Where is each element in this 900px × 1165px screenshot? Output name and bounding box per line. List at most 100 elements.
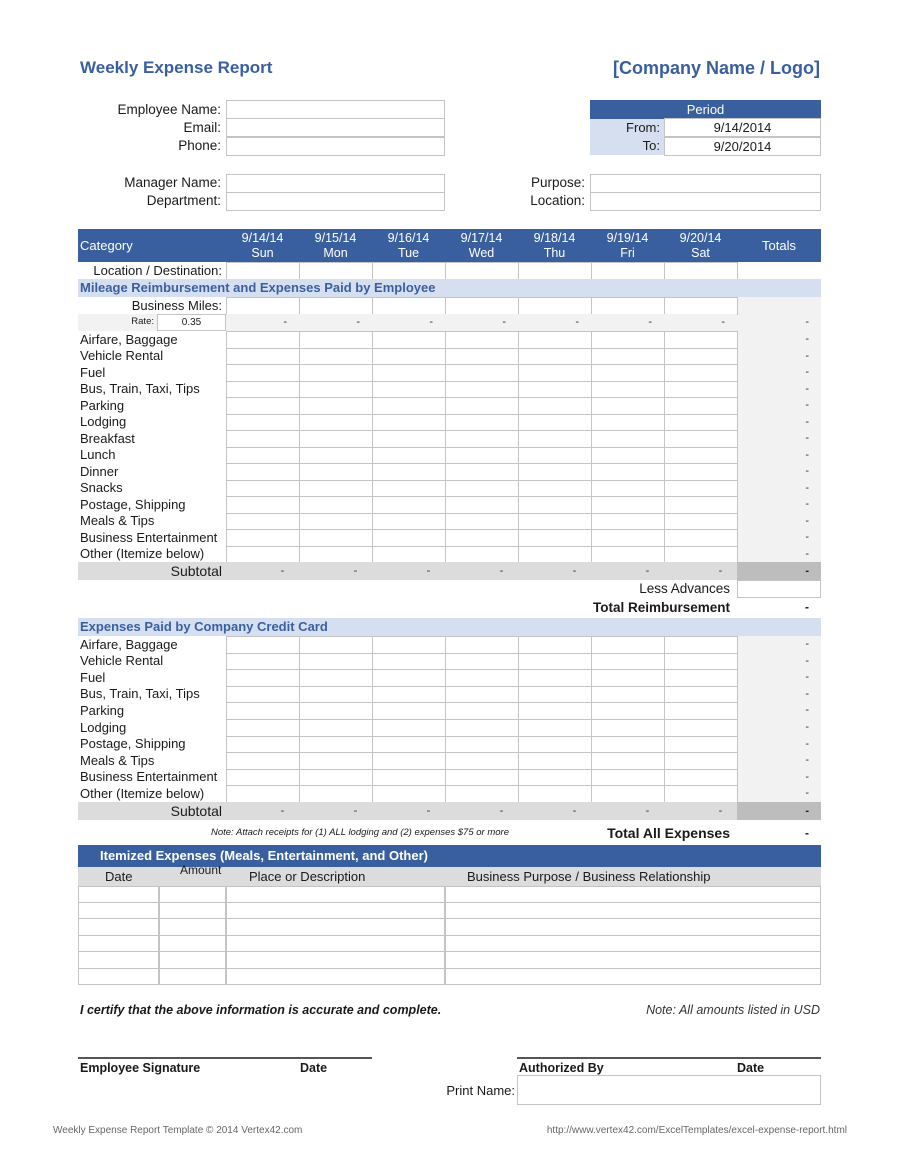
- cc-expense-row-day-cell[interactable]: [664, 752, 738, 770]
- employee-expense-row-day-cell[interactable]: [445, 430, 519, 448]
- itemized-cell-purpose[interactable]: [445, 968, 821, 985]
- cc-expense-row-day-cell[interactable]: [445, 785, 519, 803]
- employee-expense-row-day-cell[interactable]: [372, 529, 446, 547]
- location-destination-cell[interactable]: [445, 262, 519, 280]
- employee-expense-row-day-cell[interactable]: [226, 496, 300, 514]
- employee-expense-row-day-cell[interactable]: [591, 496, 665, 514]
- business-miles-cell[interactable]: [299, 297, 373, 315]
- business-miles-cell[interactable]: [372, 297, 446, 315]
- cc-expense-row-day-cell[interactable]: [226, 652, 300, 671]
- itemized-cell-purpose[interactable]: [445, 886, 821, 903]
- period-to-field[interactable]: 9/20/2014: [664, 137, 821, 156]
- cc-expense-row-day-cell[interactable]: [591, 719, 665, 737]
- business-miles-cell[interactable]: [518, 297, 592, 315]
- itemized-cell-amount[interactable]: [159, 919, 226, 936]
- employee-expense-row-day-cell[interactable]: [518, 446, 592, 464]
- cc-expense-row-day-cell[interactable]: [299, 719, 373, 737]
- cc-expense-row-day-cell[interactable]: [445, 752, 519, 770]
- employee-expense-row-day-cell[interactable]: [664, 331, 738, 349]
- cc-expense-row-day-cell[interactable]: [664, 768, 738, 787]
- employee-expense-row-day-cell[interactable]: [226, 397, 300, 415]
- cc-expense-row-day-cell[interactable]: [226, 669, 300, 687]
- itemized-cell-place[interactable]: [226, 968, 445, 985]
- itemized-cell-place[interactable]: [226, 886, 445, 903]
- less-advances-field[interactable]: [737, 580, 821, 598]
- employee-expense-row-day-cell[interactable]: [518, 479, 592, 497]
- cc-expense-row-day-cell[interactable]: [299, 652, 373, 671]
- location-destination-cell[interactable]: [518, 262, 592, 280]
- employee-expense-row-day-cell[interactable]: [591, 463, 665, 481]
- rate-field[interactable]: 0.35: [157, 314, 226, 331]
- cc-expense-row-day-cell[interactable]: [591, 735, 665, 754]
- employee-expense-row-day-cell[interactable]: [372, 512, 446, 530]
- itemized-cell-date[interactable]: [78, 902, 159, 919]
- location-destination-cell[interactable]: [591, 262, 665, 280]
- cc-expense-row-day-cell[interactable]: [445, 719, 519, 737]
- employee-expense-row-day-cell[interactable]: [591, 479, 665, 497]
- location-destination-cell[interactable]: [226, 262, 300, 280]
- cc-expense-row-day-cell[interactable]: [372, 702, 446, 720]
- employee-expense-row-day-cell[interactable]: [664, 446, 738, 464]
- employee-expense-row-day-cell[interactable]: [299, 496, 373, 514]
- cc-expense-row-day-cell[interactable]: [226, 636, 300, 654]
- phone-field[interactable]: [226, 137, 445, 156]
- cc-expense-row-day-cell[interactable]: [372, 719, 446, 737]
- employee-expense-row-day-cell[interactable]: [226, 347, 300, 365]
- itemized-cell-amount[interactable]: [159, 935, 226, 952]
- cc-expense-row-day-cell[interactable]: [518, 785, 592, 803]
- location-destination-cell[interactable]: [299, 262, 373, 280]
- footer-url[interactable]: http://www.vertex42.com/ExcelTemplates/e…: [547, 1125, 847, 1136]
- employee-expense-row-day-cell[interactable]: [445, 364, 519, 382]
- employee-expense-row-day-cell[interactable]: [299, 364, 373, 382]
- employee-expense-row-day-cell[interactable]: [226, 364, 300, 382]
- employee-expense-row-day-cell[interactable]: [518, 364, 592, 382]
- cc-expense-row-day-cell[interactable]: [372, 735, 446, 754]
- employee-expense-row-day-cell[interactable]: [518, 413, 592, 431]
- itemized-cell-place[interactable]: [226, 952, 445, 969]
- cc-expense-row-day-cell[interactable]: [518, 702, 592, 720]
- employee-expense-row-day-cell[interactable]: [591, 347, 665, 365]
- employee-expense-row-day-cell[interactable]: [226, 331, 300, 349]
- employee-expense-row-day-cell[interactable]: [445, 529, 519, 547]
- cc-expense-row-day-cell[interactable]: [299, 685, 373, 704]
- employee-expense-row-day-cell[interactable]: [518, 463, 592, 481]
- cc-expense-row-day-cell[interactable]: [226, 768, 300, 787]
- cc-expense-row-day-cell[interactable]: [518, 735, 592, 754]
- employee-expense-row-day-cell[interactable]: [445, 397, 519, 415]
- manager-name-field[interactable]: [226, 174, 445, 193]
- employee-expense-row-day-cell[interactable]: [664, 545, 738, 563]
- employee-expense-row-day-cell[interactable]: [518, 347, 592, 365]
- cc-expense-row-day-cell[interactable]: [664, 652, 738, 671]
- employee-expense-row-day-cell[interactable]: [591, 446, 665, 464]
- employee-expense-row-day-cell[interactable]: [299, 512, 373, 530]
- employee-expense-row-day-cell[interactable]: [299, 413, 373, 431]
- employee-expense-row-day-cell[interactable]: [226, 529, 300, 547]
- cc-expense-row-day-cell[interactable]: [445, 652, 519, 671]
- employee-expense-row-day-cell[interactable]: [664, 430, 738, 448]
- employee-expense-row-day-cell[interactable]: [299, 463, 373, 481]
- business-miles-cell[interactable]: [226, 297, 300, 315]
- employee-expense-row-day-cell[interactable]: [518, 380, 592, 398]
- cc-expense-row-day-cell[interactable]: [518, 719, 592, 737]
- cc-expense-row-day-cell[interactable]: [299, 785, 373, 803]
- employee-expense-row-day-cell[interactable]: [226, 430, 300, 448]
- period-from-field[interactable]: 9/14/2014: [664, 118, 821, 137]
- employee-expense-row-day-cell[interactable]: [299, 380, 373, 398]
- employee-expense-row-day-cell[interactable]: [664, 380, 738, 398]
- location-field[interactable]: [590, 192, 821, 211]
- employee-expense-row-day-cell[interactable]: [445, 347, 519, 365]
- employee-expense-row-day-cell[interactable]: [591, 430, 665, 448]
- employee-expense-row-day-cell[interactable]: [372, 463, 446, 481]
- employee-expense-row-day-cell[interactable]: [591, 512, 665, 530]
- employee-expense-row-day-cell[interactable]: [518, 430, 592, 448]
- employee-expense-row-day-cell[interactable]: [445, 331, 519, 349]
- print-name-field[interactable]: [517, 1075, 821, 1105]
- email-field[interactable]: [226, 118, 445, 137]
- cc-expense-row-day-cell[interactable]: [445, 735, 519, 754]
- employee-expense-row-day-cell[interactable]: [518, 496, 592, 514]
- company-name-logo[interactable]: [Company Name / Logo]: [613, 58, 820, 79]
- employee-expense-row-day-cell[interactable]: [299, 347, 373, 365]
- cc-expense-row-day-cell[interactable]: [372, 669, 446, 687]
- cc-expense-row-day-cell[interactable]: [226, 702, 300, 720]
- cc-expense-row-day-cell[interactable]: [518, 669, 592, 687]
